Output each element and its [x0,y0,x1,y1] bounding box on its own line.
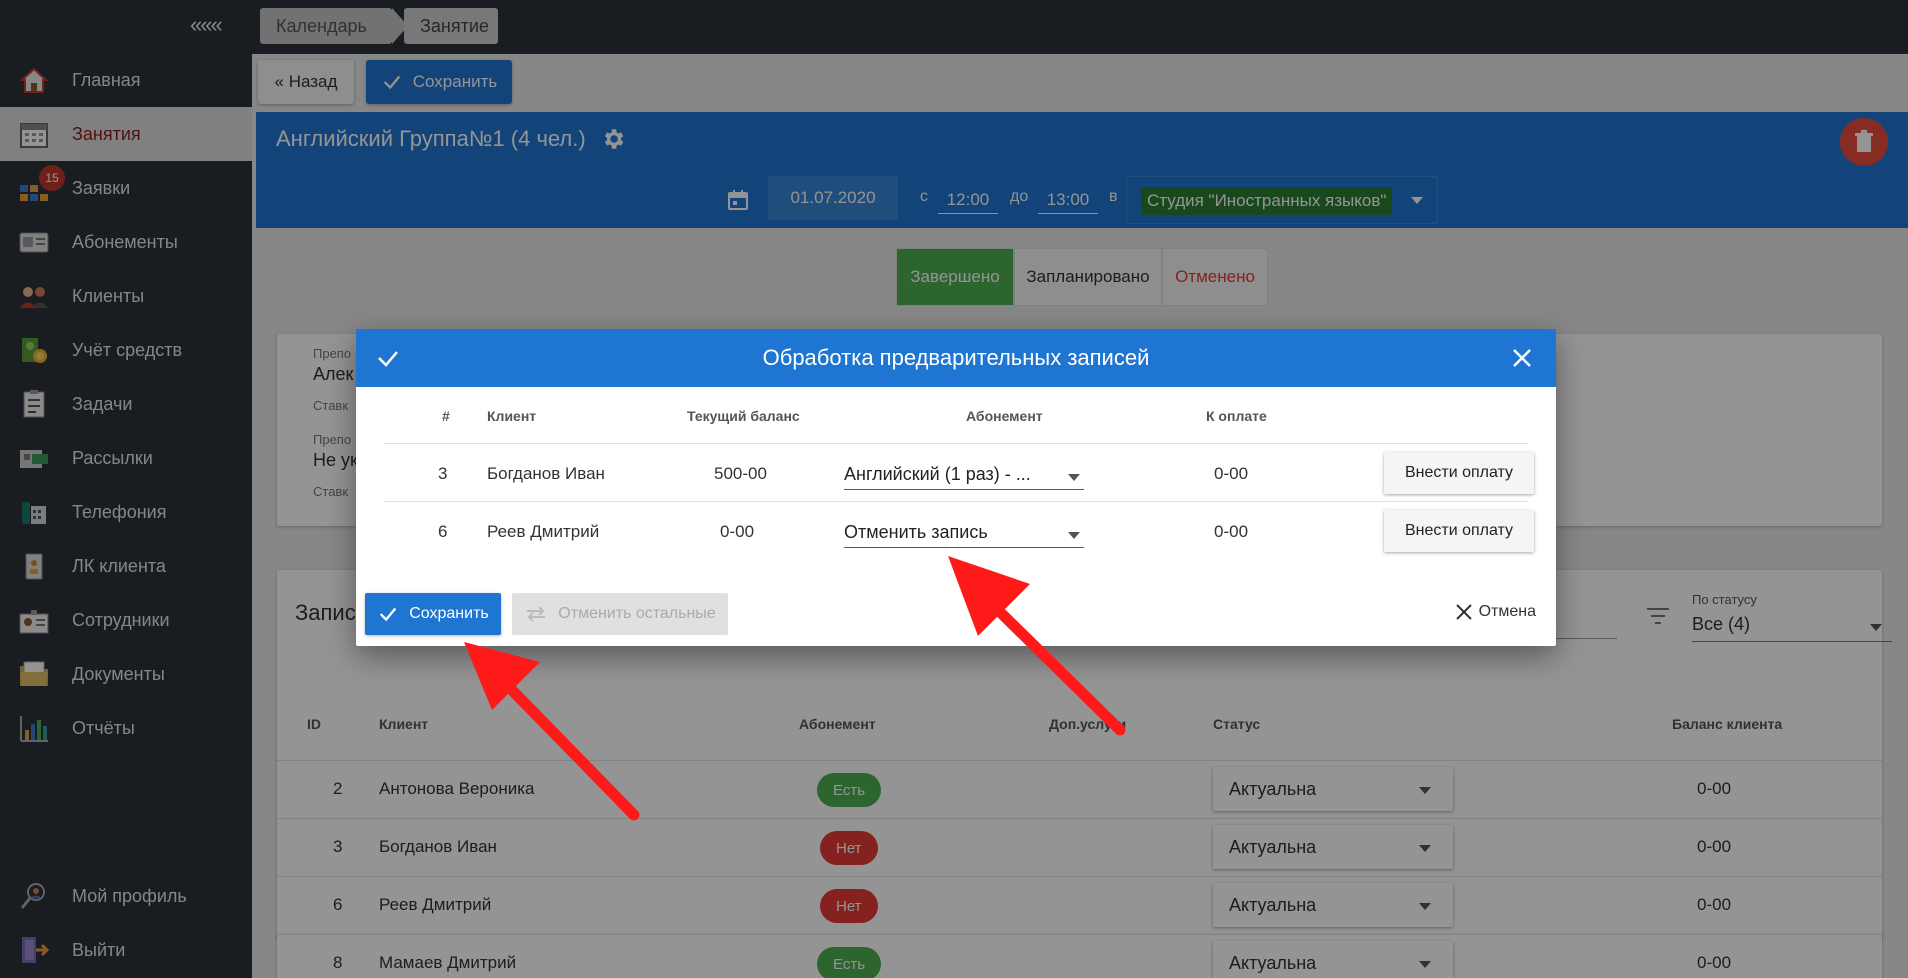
row-client: Богданов Иван [487,464,605,483]
column-header: Абонемент [966,408,1043,424]
column-header: Текущий баланс [687,408,800,424]
dialog-row: 6 Реев Дмитрий 0-00 Отменить запись 0-00… [384,501,1534,559]
row-number: 3 [438,464,448,483]
dialog-cancel-label: Отмена [1478,603,1536,620]
cancel-remaining-label: Отменить остальные [558,605,716,622]
dialog-title: Обработка предварительных записей [762,345,1150,370]
row-balance: 500-00 [714,464,767,483]
make-payment-button[interactable]: Внести оплату [1384,452,1534,494]
row-to-pay: 0-00 [1214,464,1249,483]
row-balance: 0-00 [720,522,755,541]
cancel-remaining-button[interactable]: Отменить остальные [512,593,728,635]
row-to-pay: 0-00 [1214,522,1249,541]
row-number: 6 [438,522,448,541]
subscription-select-value: Английский (1 раз) - ... [844,464,1031,484]
dialog-cancel-button[interactable]: Отмена [1455,603,1536,621]
column-header: К оплате [1206,408,1267,424]
repeat-icon [527,606,546,622]
preliminary-records-dialog: Обработка предварительных записей # Клие… [356,329,1556,646]
dialog-header: Обработка предварительных записей [356,329,1556,387]
check-icon [380,607,397,622]
make-payment-button[interactable]: Внести оплату [1384,510,1534,552]
dialog-row: 3 Богданов Иван 500-00 Английский (1 раз… [384,443,1534,501]
chevron-down-icon [1068,532,1080,539]
column-header: # [442,408,450,424]
subscription-select[interactable]: Отменить запись [844,518,1084,548]
dialog-save-label: Сохранить [409,605,489,622]
dialog-save-button[interactable]: Сохранить [365,593,501,635]
row-client: Реев Дмитрий [487,522,600,541]
subscription-select[interactable]: Английский (1 раз) - ... [844,460,1084,490]
subscription-select-value: Отменить запись [844,522,988,542]
column-header: Клиент [487,408,537,424]
close-icon [1455,604,1472,620]
close-icon[interactable] [1510,346,1534,370]
chevron-down-icon [1068,474,1080,481]
